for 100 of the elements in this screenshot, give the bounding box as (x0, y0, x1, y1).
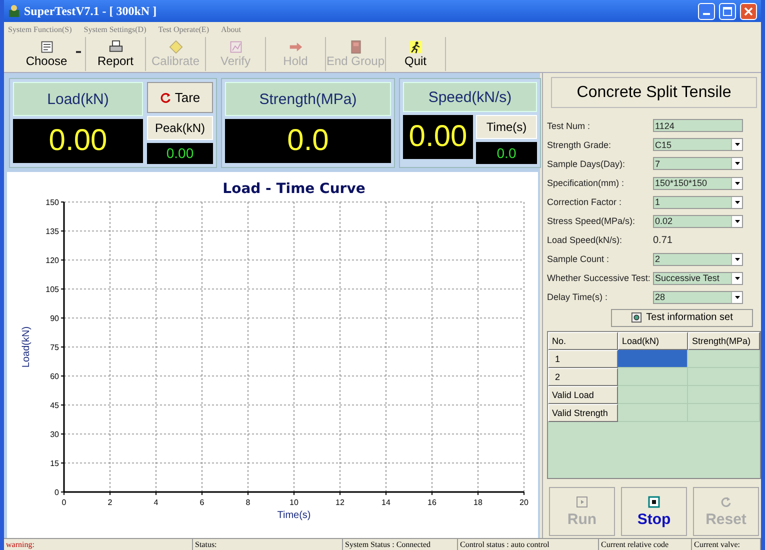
input-field[interactable]: 1124 (653, 119, 743, 132)
refresh-icon (160, 92, 171, 104)
close-icon (744, 6, 753, 16)
status-text: Control status : auto control (458, 539, 599, 550)
field-label: Sample Count : (547, 254, 610, 264)
chart-icon (228, 40, 242, 54)
chart-title: Load - Time Curve (222, 181, 366, 197)
caret-icon (734, 143, 740, 146)
strength-display: 0.0 (225, 119, 391, 163)
status-text: warning: (4, 539, 193, 550)
field-label: Delay Time(s) : (547, 292, 609, 302)
diamond-icon (168, 40, 182, 54)
printer-icon (108, 40, 122, 54)
field-label: Specification(mm) : (547, 178, 626, 188)
app-icon (8, 4, 20, 18)
dropdown-field[interactable]: 150*150*150 (653, 176, 743, 190)
y-tick-label: 105 (46, 285, 59, 294)
speed-display: 0.00 (403, 115, 473, 159)
row-header: 2 (548, 368, 618, 386)
strength-label: Strength(MPa) (225, 82, 391, 116)
window-title: SuperTestV7.1 - [ 300kN ] (24, 4, 157, 18)
field-label: Sample Days(Day): (547, 158, 626, 169)
x-tick-label: 12 (336, 498, 344, 507)
field-label: Test Num : (547, 120, 592, 131)
table-cell[interactable] (688, 386, 760, 404)
runner-icon (408, 40, 422, 54)
caret-icon (734, 162, 740, 166)
y-tick-label: 150 (46, 198, 59, 207)
caret-icon (734, 200, 740, 204)
row-header: Valid Strength (548, 404, 618, 422)
x-tick-label: 8 (246, 498, 250, 507)
settings-icon (631, 312, 642, 324)
x-axis-label: Time(s) (277, 510, 311, 521)
panel-title: Concrete Split Tensile (551, 77, 757, 108)
y-axis-label: Load(kN) (21, 326, 32, 368)
y-tick-label: 0 (54, 488, 59, 497)
menu-item[interactable]: System Settings(D) (84, 24, 146, 34)
table-cell[interactable] (618, 386, 688, 404)
table-cell[interactable] (618, 350, 688, 368)
menu-item[interactable]: About (220, 24, 241, 34)
menu-item[interactable]: System Function(S) (8, 24, 72, 34)
toolbar-button[interactable]: Report (86, 37, 146, 71)
dropdown-field[interactable]: 28 (653, 290, 743, 304)
y-tick-label: 120 (46, 256, 59, 265)
column-header: Strength(MPa) (688, 332, 760, 350)
stop-icon (648, 496, 660, 508)
dropdown-field[interactable]: C15 (653, 138, 743, 152)
toolbar-button[interactable]: Quit (386, 37, 446, 71)
y-tick-label: 60 (50, 372, 59, 381)
door-icon (348, 40, 362, 54)
menu-item[interactable]: Test Operate(E) (158, 24, 209, 34)
x-tick-label: 20 (520, 498, 528, 507)
y-tick-label: 90 (50, 314, 59, 323)
table-cell[interactable] (688, 404, 760, 422)
load-label: Load(kN) (13, 82, 143, 116)
dropdown-field[interactable]: 1 (653, 196, 743, 209)
column-header: No. (548, 332, 618, 350)
x-tick-label: 6 (200, 498, 204, 507)
field-label: Load Speed(kN/s): (547, 235, 624, 246)
y-tick-label: 30 (50, 430, 59, 439)
minimize-icon (703, 12, 710, 14)
dropdown-field[interactable]: 7 (653, 157, 743, 170)
field-label: Whether Successive Test: (547, 273, 652, 284)
close-button[interactable] (740, 2, 757, 20)
caret-icon (734, 258, 740, 261)
play-icon (576, 496, 588, 508)
x-tick-label: 14 (382, 498, 390, 507)
table-cell[interactable] (618, 368, 688, 386)
dropdown-field[interactable]: 2 (653, 252, 743, 266)
status-text: System Status : Connected (343, 539, 458, 550)
field-label: Correction Factor : (547, 197, 623, 208)
y-tick-label: 45 (50, 401, 59, 410)
y-tick-label: 135 (46, 227, 59, 236)
minimize-button[interactable] (698, 2, 715, 20)
x-tick-label: 2 (108, 498, 112, 507)
dropdown-field[interactable]: 0.02 (653, 214, 743, 228)
row-header: 1 (548, 350, 618, 368)
arrow-icon (288, 40, 302, 54)
status-text: Current valve: (692, 539, 761, 550)
peak-display: 0.00 (147, 142, 213, 164)
load-display: 0.00 (13, 119, 143, 163)
table-cell[interactable] (618, 404, 688, 422)
y-tick-label: 75 (50, 343, 59, 352)
maximize-button[interactable] (719, 2, 736, 20)
field-label: Stress Speed(MPa/s): (547, 216, 636, 226)
time-label: Time(s) (476, 115, 537, 139)
dropdown-field[interactable]: Successive Test (653, 272, 743, 285)
row-header: Valid Load (548, 386, 618, 404)
peak-label: Peak(kN) (147, 116, 213, 140)
info-button[interactable]: Test information set (611, 308, 753, 327)
toolbar-button[interactable]: Choose (8, 37, 86, 71)
reset-icon (720, 496, 732, 508)
caret-icon (734, 220, 740, 223)
stop-button[interactable]: Stop (621, 487, 687, 536)
status-text: Status: (193, 539, 343, 550)
x-tick-label: 16 (428, 498, 436, 507)
column-header: Load(kN) (618, 332, 688, 350)
tare-button[interactable]: Tare (147, 82, 213, 114)
table-cell[interactable] (688, 368, 760, 386)
table-cell[interactable] (688, 350, 760, 368)
